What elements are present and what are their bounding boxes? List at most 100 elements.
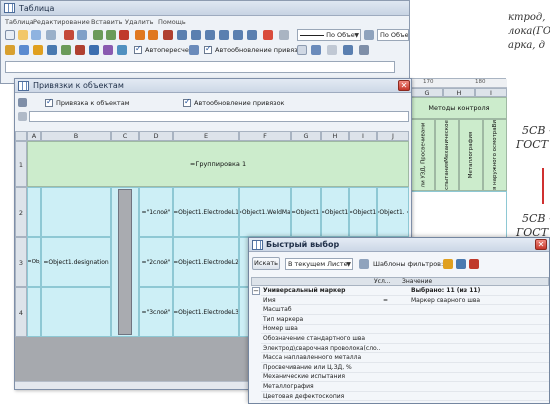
props-row[interactable]: Масса наплавленного металла	[261, 354, 549, 363]
row-header-3[interactable]: 3	[15, 237, 27, 287]
cell-b2[interactable]	[41, 187, 111, 237]
cell-a3[interactable]: =Obj	[27, 237, 41, 287]
method-cell-1[interactable]: ли УЗД, Просвечивани	[411, 119, 435, 191]
cell-e2[interactable]: =Object1.ElectrodeL1	[173, 187, 239, 237]
sort-icon[interactable]	[89, 45, 99, 55]
col-header-f[interactable]: F	[239, 131, 291, 141]
align-center-icon[interactable]	[219, 30, 229, 40]
clear-filter-icon[interactable]	[359, 259, 369, 269]
cell-f2[interactable]: =Object1.WeldMat	[239, 187, 291, 237]
object-combo[interactable]: По Объекту	[377, 29, 409, 41]
corner-cell[interactable]	[15, 131, 27, 141]
menu-edit[interactable]: Редактирование	[33, 18, 90, 26]
copy-icon[interactable]	[46, 30, 56, 40]
cell-j2[interactable]: =Object1. =	[377, 187, 409, 237]
group-row-cell[interactable]: =Группировка 1	[27, 141, 409, 187]
undo-icon[interactable]	[135, 30, 145, 40]
props-row[interactable]: Металлография	[261, 383, 549, 392]
scope-combo[interactable]: В текущем Листе ▼	[285, 258, 353, 270]
header-condition[interactable]: Усл...	[374, 278, 391, 285]
menu-insert[interactable]: Вставить	[91, 18, 122, 26]
open-template-icon[interactable]	[443, 259, 453, 269]
props-row[interactable]: Просвечивание или Ц.ЗД, %	[261, 364, 549, 373]
bind-formula-bar[interactable]	[29, 111, 409, 122]
merge-icon[interactable]	[177, 30, 187, 40]
autoupdate-checkbox[interactable]	[204, 44, 212, 54]
unbind-icon[interactable]	[75, 45, 85, 55]
insert-row-icon[interactable]	[93, 30, 103, 40]
menu-table[interactable]: Таблица	[5, 18, 34, 26]
redo-icon[interactable]	[148, 30, 158, 40]
filter-icon[interactable]	[33, 45, 43, 55]
bind-icon[interactable]	[5, 45, 15, 55]
table-props-icon[interactable]	[311, 45, 321, 55]
export-icon[interactable]	[343, 45, 353, 55]
cell-h2[interactable]: =Object1.	[321, 187, 349, 237]
props-row[interactable]: Электрод\сварочная проволока(сло...	[261, 345, 549, 354]
view-icon[interactable]	[117, 45, 127, 55]
settings-icon[interactable]	[359, 45, 369, 55]
row-header-2[interactable]: 2	[15, 187, 27, 237]
close-icon[interactable]: ✕	[398, 80, 410, 91]
cell-type-icon[interactable]	[364, 30, 374, 40]
collapse-icon[interactable]: −	[252, 287, 260, 295]
line-style-combo[interactable]: По Объе ▼	[297, 29, 361, 41]
props-row[interactable]: Имя = Маркер сварного шва	[261, 297, 549, 306]
prop-value[interactable]: Выбрано: 11 (из 11)	[411, 287, 545, 294]
cell-a4[interactable]	[27, 287, 41, 337]
method-cell-4[interactable]: я наружного осмотраВи	[483, 119, 507, 191]
close-icon[interactable]: ✕	[535, 239, 547, 250]
delete-icon[interactable]	[119, 30, 129, 40]
props-row[interactable]: Масштаб	[261, 306, 549, 315]
cell-a2[interactable]	[27, 187, 41, 237]
cell-e4[interactable]: =Object1.ElectrodeL3	[173, 287, 239, 337]
object-icon[interactable]	[47, 45, 57, 55]
paste-icon[interactable]	[77, 30, 87, 40]
text-color-icon[interactable]	[263, 30, 273, 40]
col-header-b[interactable]: B	[41, 131, 111, 141]
bind-checkbox[interactable]	[45, 97, 53, 107]
props-row[interactable]: Номер шва	[261, 325, 549, 335]
cut-icon[interactable]	[64, 30, 74, 40]
cell-g2[interactable]: =Object1.	[291, 187, 321, 237]
rotate-icon[interactable]	[163, 30, 173, 40]
props-row[interactable]: Тип маркера	[261, 316, 549, 325]
recalc-icon[interactable]	[189, 45, 199, 55]
align-right-icon[interactable]	[233, 30, 243, 40]
cell-c-span[interactable]	[111, 187, 139, 337]
col-header-i[interactable]: I	[475, 88, 507, 97]
method-cell-3[interactable]: Металлография	[459, 119, 483, 191]
col-header-e[interactable]: E	[173, 131, 239, 141]
refresh-icon[interactable]	[61, 45, 71, 55]
props-row[interactable]: Механические испытания	[261, 373, 549, 383]
props-row[interactable]: Обозначение стандартного шва	[261, 335, 549, 344]
menu-help[interactable]: Помощь	[158, 18, 186, 26]
prop-condition[interactable]: =	[383, 297, 409, 304]
save-template-icon[interactable]	[456, 259, 466, 269]
cell-i2[interactable]: =Object1.	[349, 187, 377, 237]
save-icon[interactable]	[31, 30, 41, 40]
col-header-i2[interactable]: I	[349, 131, 377, 141]
col-header-h2[interactable]: H	[321, 131, 349, 141]
col-header-j[interactable]: J	[377, 131, 409, 141]
print-icon[interactable]	[327, 45, 337, 55]
cell-b4[interactable]	[41, 287, 111, 337]
cell-e3[interactable]: =Object1.ElectrodeL2	[173, 237, 239, 287]
autorecalc-checkbox[interactable]	[134, 44, 142, 54]
valign-icon[interactable]	[247, 30, 257, 40]
formula-bar[interactable]	[5, 61, 395, 73]
prop-value[interactable]: Маркер сварного шва	[411, 297, 545, 304]
auto-update-checkbox[interactable]	[183, 97, 191, 107]
cell-d2[interactable]: ="1слой"	[139, 187, 173, 237]
new-icon[interactable]	[5, 30, 15, 40]
col-header-h[interactable]: H	[443, 88, 475, 97]
group-icon[interactable]	[103, 45, 113, 55]
insert-col-icon[interactable]	[106, 30, 116, 40]
align-left-icon[interactable]	[205, 30, 215, 40]
menu-icon[interactable]	[18, 98, 27, 107]
row-header-4[interactable]: 4	[15, 287, 27, 337]
col-header-d[interactable]: D	[139, 131, 173, 141]
row-header-1[interactable]: 1	[15, 141, 27, 187]
header-value[interactable]: Значение	[402, 278, 432, 285]
col-header-a[interactable]: A	[27, 131, 41, 141]
